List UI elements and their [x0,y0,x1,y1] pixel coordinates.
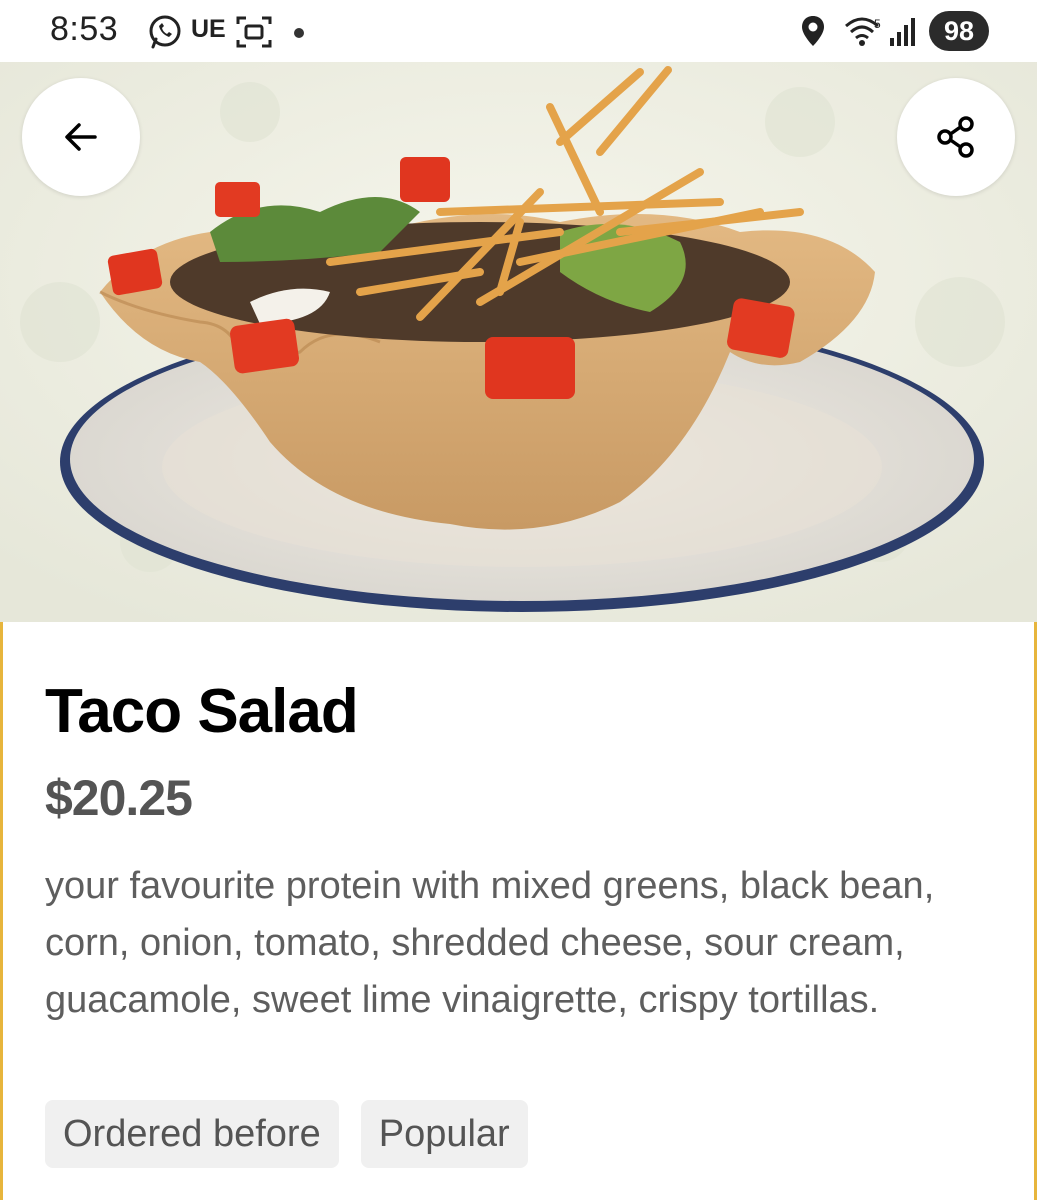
item-price: $20.25 [45,770,193,826]
back-button[interactable] [22,78,140,196]
item-title: Taco Salad [45,677,359,746]
signal-icon [890,18,915,46]
share-button[interactable] [897,78,1015,196]
item-tags: Ordered before Popular [45,1100,528,1168]
status-bar: 8:53 UE 5 98 [0,0,1037,62]
item-photo [0,62,1037,622]
arrow-left-icon [65,123,97,151]
wifi-icon: 5 [845,17,881,46]
tag-popular: Popular [360,1100,528,1168]
item-details: Taco Salad $20.25 your favourite protein… [0,622,1037,1200]
whatsapp-icon [149,15,181,49]
battery-indicator: 98 [929,11,989,51]
carrier-badge: UE [191,15,226,43]
location-icon [802,16,824,46]
screenshot-icon [236,16,272,48]
svg-text:5: 5 [874,17,881,31]
item-description: your favourite protein with mixed greens… [45,865,935,1021]
taco-salad-photo [0,62,1037,622]
notification-dot [294,28,304,38]
status-time: 8:53 [50,10,119,48]
tag-ordered-before: Ordered before [45,1100,339,1168]
share-icon [937,116,974,158]
